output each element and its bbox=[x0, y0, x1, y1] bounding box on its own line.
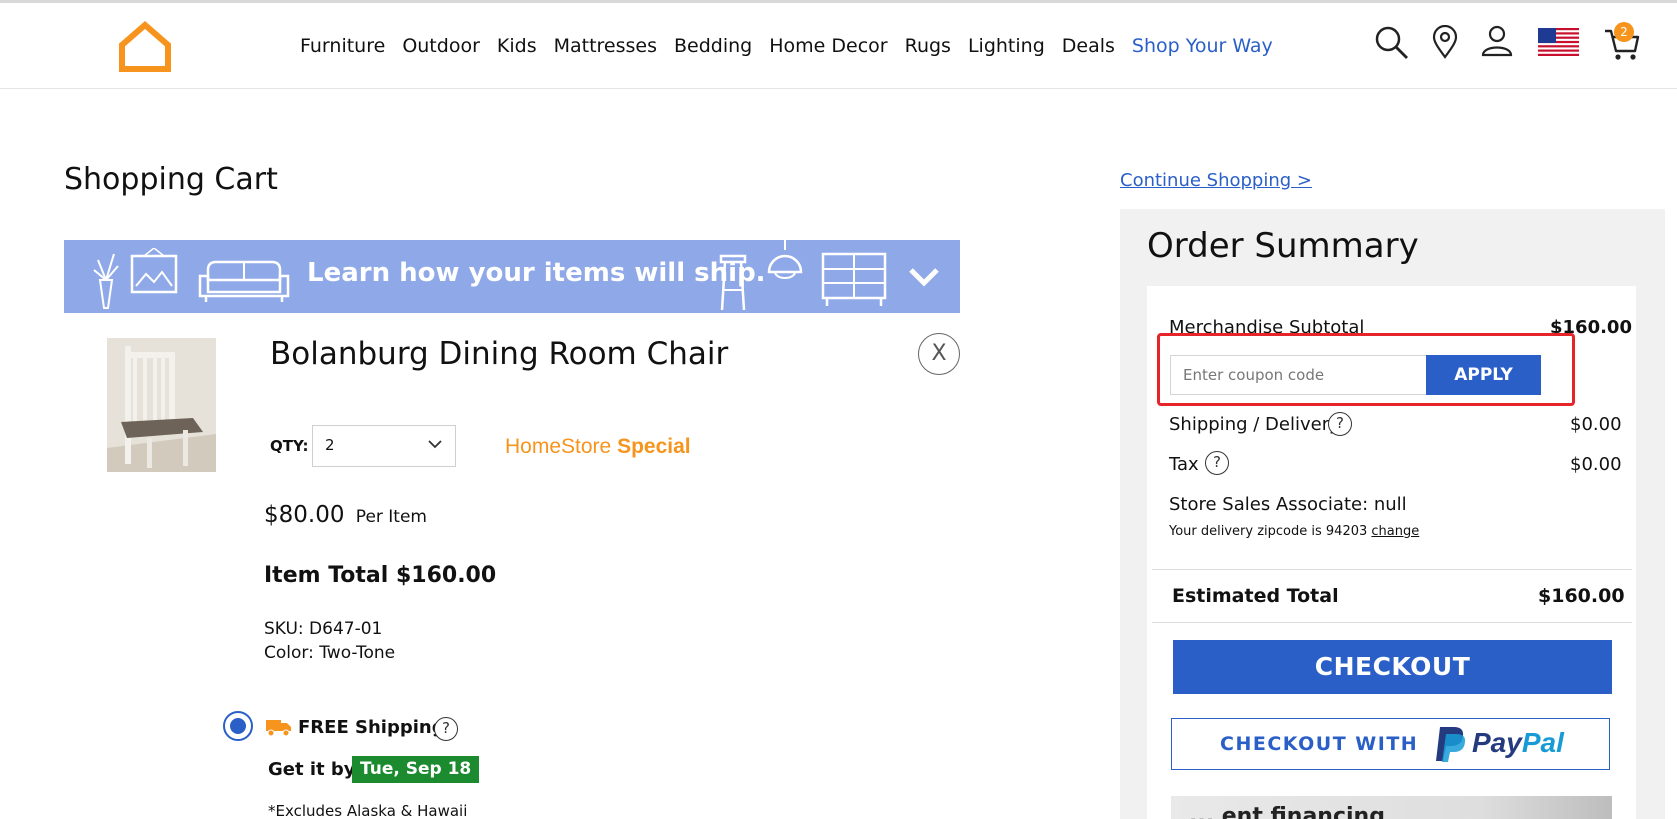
financing-banner[interactable]: ... ent financing bbox=[1171, 796, 1612, 819]
shipping-exclusion-note: *Excludes Alaska & Hawaii bbox=[268, 802, 468, 819]
paypal-wordmark: PayPal bbox=[1472, 727, 1564, 759]
chevron-down-icon[interactable] bbox=[908, 266, 940, 288]
shipping-help-icon[interactable]: ? bbox=[434, 717, 458, 741]
nav-home-decor[interactable]: Home Decor bbox=[769, 35, 887, 57]
delivery-zip-line: Your delivery zipcode is 94203 change bbox=[1169, 524, 1419, 539]
user-icon[interactable] bbox=[1481, 25, 1513, 57]
zip-text: Your delivery zipcode is 94203 bbox=[1169, 524, 1368, 539]
nav-bedding[interactable]: Bedding bbox=[674, 35, 752, 57]
estimated-total-value: $160.00 bbox=[1538, 585, 1625, 607]
price-value: $80.00 bbox=[264, 502, 345, 528]
ship-banner-text: Learn how your items will ship. bbox=[307, 258, 766, 288]
financing-text: ... ent financing bbox=[1189, 804, 1385, 819]
qty-select[interactable]: 2 bbox=[312, 425, 456, 467]
site-header: Furniture Outdoor Kids Mattresses Beddin… bbox=[0, 3, 1677, 89]
paypal-prefix: CHECKOUT WITH bbox=[1220, 733, 1419, 755]
item-total: Item Total $160.00 bbox=[264, 563, 497, 588]
paypal-logo-icon bbox=[1436, 727, 1466, 762]
product-name[interactable]: Bolanburg Dining Room Chair bbox=[270, 336, 728, 372]
qty-value: 2 bbox=[325, 436, 335, 454]
home-logo-icon[interactable] bbox=[118, 21, 172, 73]
sku-text: SKU: D647-01 bbox=[264, 619, 383, 639]
truck-icon bbox=[266, 720, 291, 737]
shipping-delivery-help-icon[interactable]: ? bbox=[1328, 412, 1352, 436]
us-flag-icon[interactable] bbox=[1538, 28, 1579, 56]
sales-associate-text: Store Sales Associate: null bbox=[1169, 494, 1407, 515]
summary-divider bbox=[1152, 569, 1632, 570]
nav-lighting[interactable]: Lighting bbox=[968, 35, 1045, 57]
qty-label: QTY: bbox=[270, 437, 309, 455]
pendant-lamp-icon bbox=[767, 240, 803, 279]
nav-outdoor[interactable]: Outdoor bbox=[402, 35, 480, 57]
shipping-delivery-label: Shipping / Delivery bbox=[1169, 414, 1340, 435]
shipping-delivery-value: $0.00 bbox=[1570, 414, 1622, 435]
barstool-icon bbox=[719, 254, 747, 310]
continue-shopping-link[interactable]: Continue Shopping > bbox=[1120, 170, 1312, 191]
free-shipping-radio[interactable] bbox=[223, 711, 253, 741]
nav-kids[interactable]: Kids bbox=[497, 35, 537, 57]
paypal-pal: Pal bbox=[1521, 727, 1564, 758]
unit-price: $80.00 Per Item bbox=[264, 502, 427, 528]
tax-help-icon[interactable]: ? bbox=[1205, 451, 1229, 475]
location-pin-icon[interactable] bbox=[1432, 25, 1458, 59]
nav-mattresses[interactable]: Mattresses bbox=[554, 35, 657, 57]
order-summary-title: Order Summary bbox=[1147, 226, 1419, 266]
free-shipping-label: FREE Shipping bbox=[298, 717, 445, 738]
paypal-checkout-button[interactable]: CHECKOUT WITH PayPal bbox=[1171, 718, 1610, 770]
tax-label: Tax bbox=[1169, 454, 1199, 475]
checkout-button[interactable]: CHECKOUT bbox=[1173, 640, 1612, 694]
summary-divider bbox=[1152, 622, 1632, 623]
paypal-pay: Pay bbox=[1472, 727, 1522, 758]
cart-count-badge[interactable]: 2 bbox=[1614, 22, 1634, 42]
page-title: Shopping Cart bbox=[64, 162, 278, 197]
homestore-special-label: HomeStore Special bbox=[505, 435, 691, 459]
vase-plant-icon bbox=[93, 248, 178, 309]
nav-rugs[interactable]: Rugs bbox=[905, 35, 951, 57]
special-bold: Special bbox=[617, 435, 691, 458]
shipping-info-banner[interactable]: Learn how your items will ship. bbox=[64, 240, 960, 313]
change-zip-link[interactable]: change bbox=[1371, 524, 1419, 539]
remove-item-button[interactable]: X bbox=[918, 333, 960, 375]
estimated-total-label: Estimated Total bbox=[1172, 585, 1339, 607]
nav-shop-your-way[interactable]: Shop Your Way bbox=[1132, 35, 1273, 57]
main-nav: Furniture Outdoor Kids Mattresses Beddin… bbox=[300, 35, 1290, 57]
nav-deals[interactable]: Deals bbox=[1062, 35, 1115, 57]
sofa-icon bbox=[198, 260, 290, 302]
color-text: Color: Two-Tone bbox=[264, 643, 396, 663]
chevron-down-icon bbox=[428, 440, 442, 449]
product-details: SKU: D647-01 Color: Two-Tone bbox=[264, 617, 395, 665]
search-icon[interactable] bbox=[1374, 25, 1410, 61]
special-prefix: HomeStore bbox=[505, 435, 612, 458]
dresser-icon bbox=[821, 252, 887, 306]
get-it-by-label: Get it by bbox=[268, 759, 356, 780]
coupon-highlight-box bbox=[1157, 333, 1575, 406]
delivery-date-badge: Tue, Sep 18 bbox=[352, 756, 480, 783]
price-suffix: Per Item bbox=[355, 507, 427, 527]
nav-furniture[interactable]: Furniture bbox=[300, 35, 385, 57]
tax-value: $0.00 bbox=[1570, 454, 1622, 475]
product-image[interactable] bbox=[107, 338, 216, 472]
